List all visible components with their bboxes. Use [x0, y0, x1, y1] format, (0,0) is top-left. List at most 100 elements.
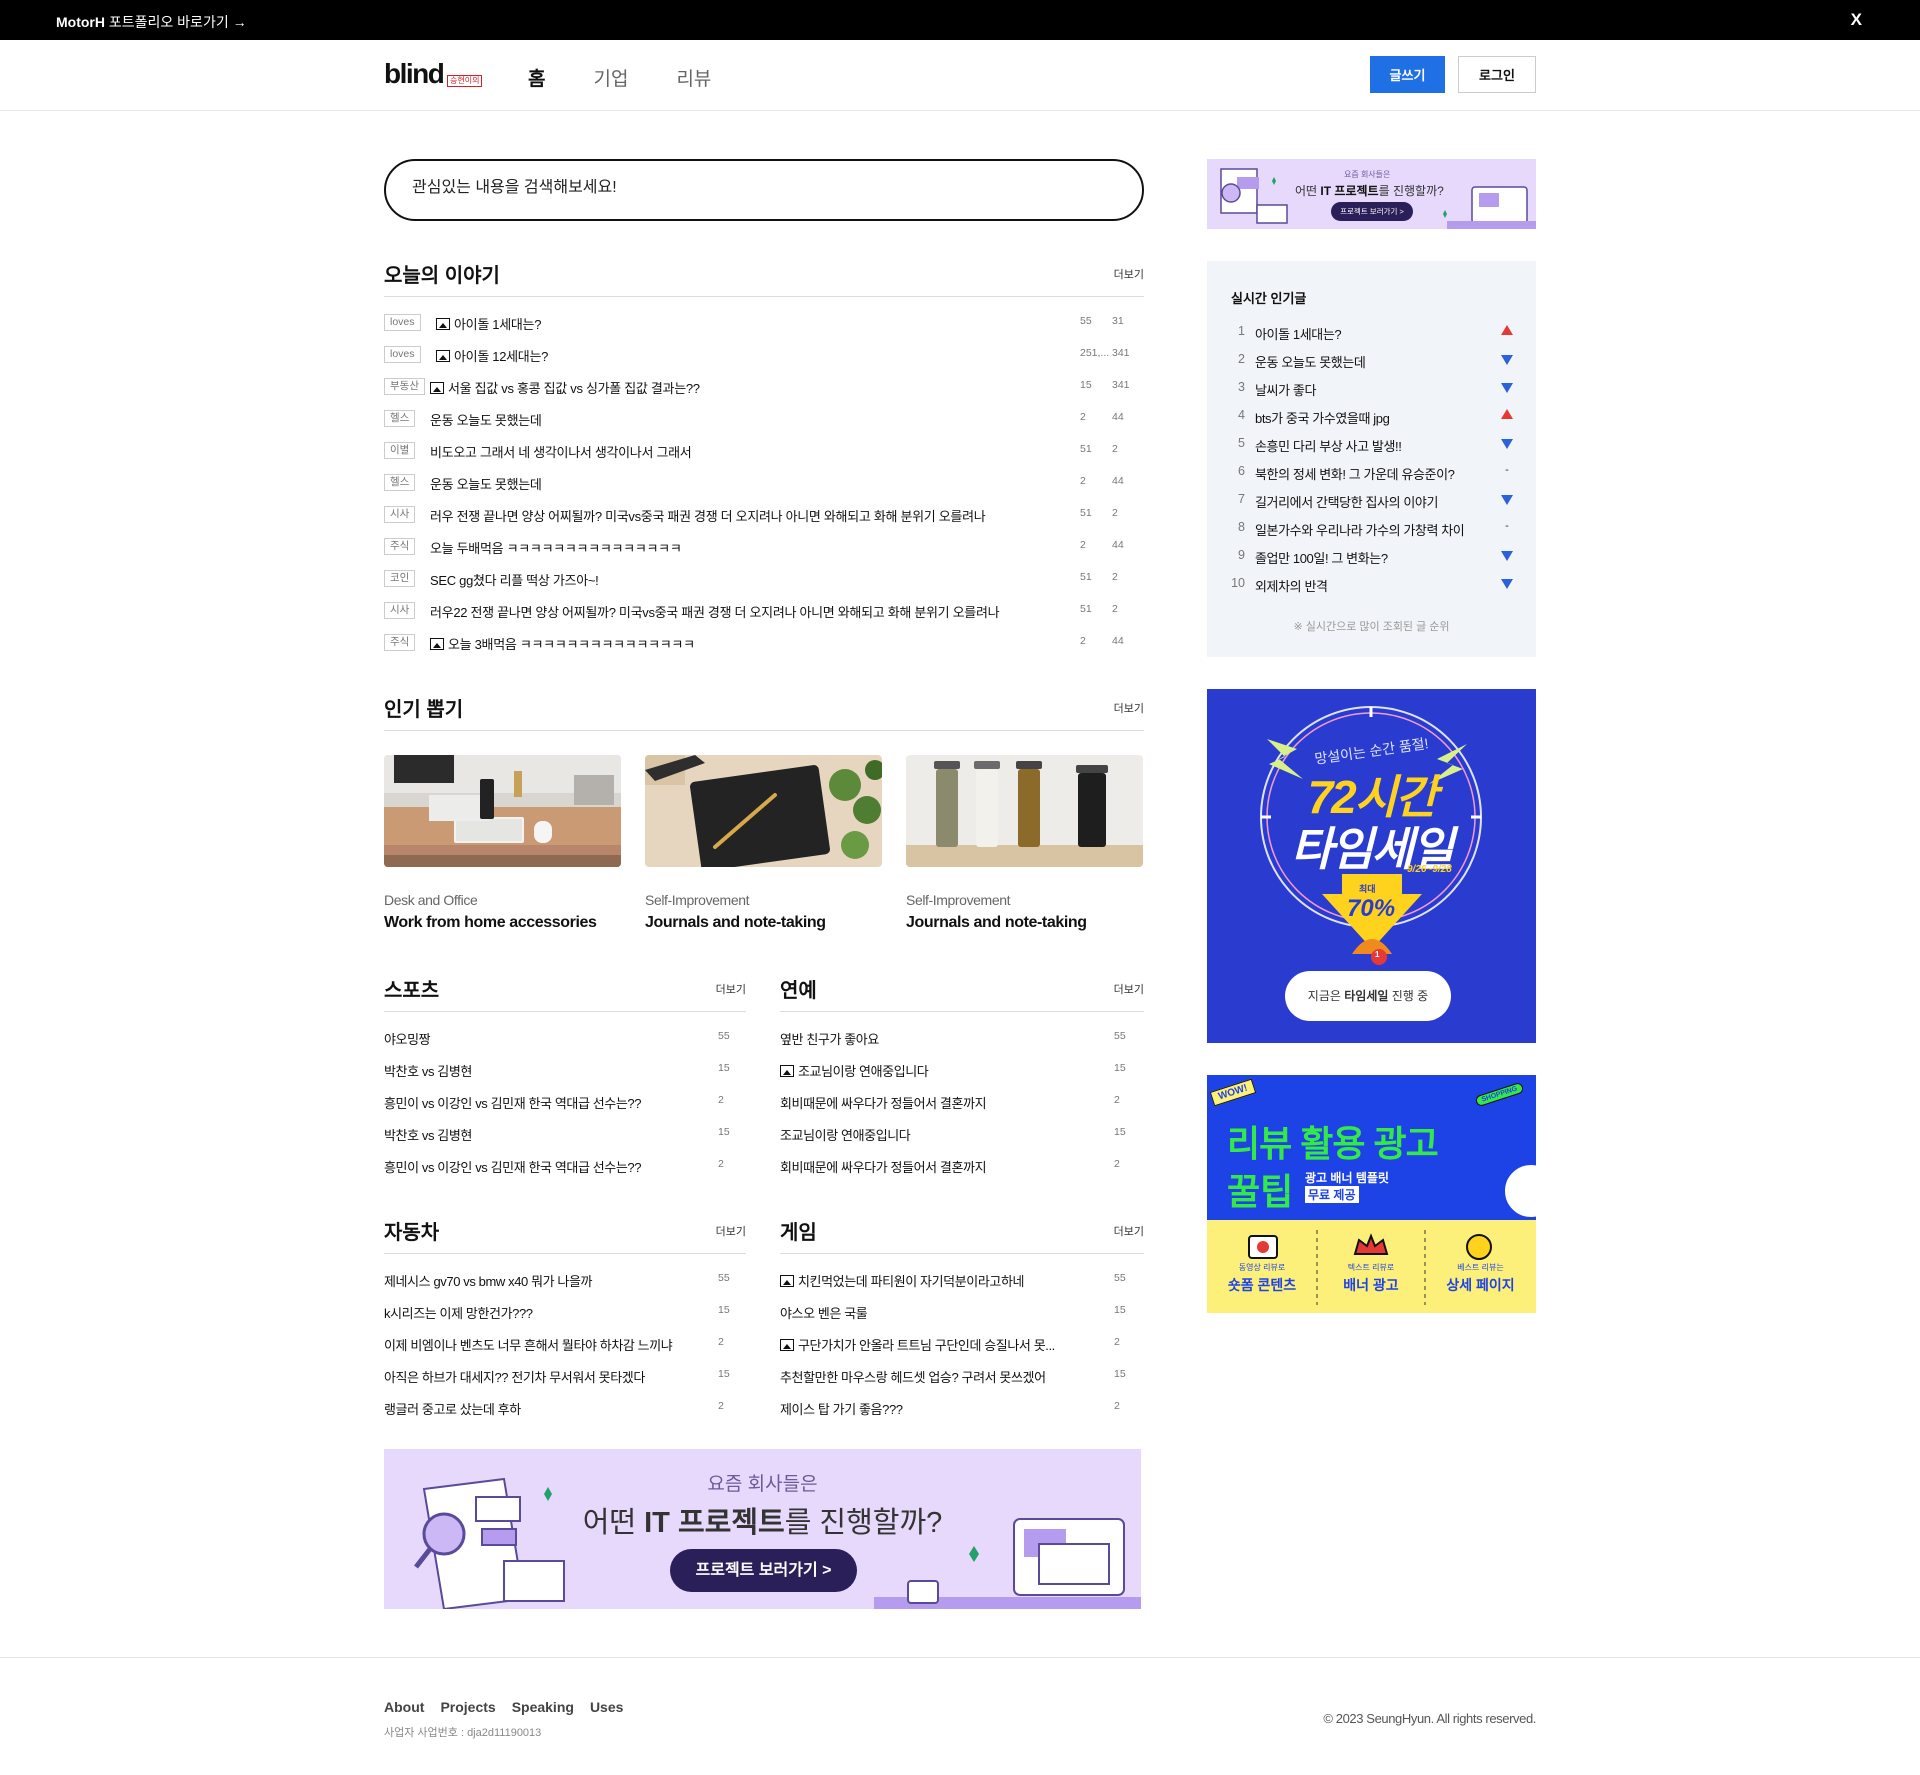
- cars-post-row[interactable]: 제네시스 gv70 vs bmw x40 뭐가 나을까 55: [384, 1267, 746, 1299]
- realtime-item-title[interactable]: 손흥민 다리 부상 사고 발생!!: [1255, 436, 1402, 455]
- realtime-item-title[interactable]: 졸업만 100일! 그 변화는?: [1255, 548, 1388, 567]
- realtime-item-title[interactable]: 북한의 정세 변화! 그 가운데 유승준이?: [1255, 464, 1455, 483]
- today-post-row[interactable]: loves 아이돌 12세대는? 251,... 341: [384, 342, 1144, 374]
- games-post-row[interactable]: 제이스 탑 가기 좋음??? 2: [780, 1395, 1142, 1427]
- post-title[interactable]: 아이돌 12세대는?: [436, 346, 548, 365]
- review-ad-banner[interactable]: WOW! SHOPPING 리뷰 활용 광고 꿀팁 광고 배너 템플릿 무료 제…: [1207, 1075, 1536, 1313]
- realtime-item-title[interactable]: 길거리에서 간택당한 집사의 이야기: [1255, 492, 1438, 511]
- post-title[interactable]: 흥민이 vs 이강인 vs 김민재 한국 역대급 선수는??: [384, 1093, 641, 1112]
- post-title[interactable]: 제이스 탑 가기 좋음???: [780, 1399, 903, 1418]
- today-post-row[interactable]: 시사 러우22 전쟁 끝나면 양상 어찌될까? 미국vs중국 패권 경쟁 더 오지…: [384, 598, 1144, 630]
- time-sale-banner[interactable]: 망설이는 순간 품절! 72시간 타임세일 9/26~9/28 최대 70% 1…: [1207, 689, 1536, 1043]
- post-title[interactable]: 회비때문에 싸우다가 정들어서 결혼까지: [780, 1093, 987, 1112]
- today-post-row[interactable]: 코인 SEC gg쳤다 리플 떡상 가즈아~! 51 2: [384, 566, 1144, 598]
- small-banner-button[interactable]: 프로젝트 보러가기 >: [1331, 202, 1413, 221]
- entertainment-post-row[interactable]: 옆반 친구가 좋아요 55: [780, 1025, 1142, 1057]
- realtime-item-title[interactable]: 운동 오늘도 못했는데: [1255, 352, 1366, 371]
- cars-post-row[interactable]: 이제 비엠이나 벤츠도 너무 흔해서 뭘타야 하차감 느끼냐 2: [384, 1331, 746, 1363]
- post-title[interactable]: 치킨먹었는데 파티원이 자기덕분이라고하네: [780, 1271, 1024, 1290]
- post-tag[interactable]: 주식: [384, 538, 416, 555]
- post-tag[interactable]: 부동산: [384, 378, 425, 395]
- today-post-row[interactable]: 시사 러우 전쟁 끝나면 양상 어찌될까? 미국vs중국 패권 경쟁 더 오지려나…: [384, 502, 1144, 534]
- post-title[interactable]: 구단가치가 안올라 트트님 구단인데 승질나서 못...: [780, 1335, 1055, 1354]
- portfolio-link[interactable]: MotorH 포트폴리오 바로가기 →: [56, 12, 247, 32]
- sports-post-row[interactable]: 흥민이 vs 이강인 vs 김민재 한국 역대급 선수는?? 2: [384, 1089, 746, 1121]
- games-post-row[interactable]: 구단가치가 안올라 트트님 구단인데 승질나서 못... 2: [780, 1331, 1142, 1363]
- post-title[interactable]: 아이돌 1세대는?: [436, 314, 541, 333]
- post-tag[interactable]: loves: [384, 314, 421, 331]
- post-title[interactable]: 러우22 전쟁 끝나면 양상 어찌될까? 미국vs중국 패권 경쟁 더 오지려나…: [430, 602, 1000, 621]
- realtime-item[interactable]: 3 날씨가 좋다: [1231, 375, 1521, 403]
- realtime-item-title[interactable]: 아이돌 1세대는?: [1255, 324, 1342, 343]
- entertainment-post-row[interactable]: 조교님이랑 연애중입니다 15: [780, 1057, 1142, 1089]
- games-post-row[interactable]: 추천할만한 마우스랑 헤드셋 업승? 구려서 못쓰겠어 15: [780, 1363, 1142, 1395]
- it-project-small-banner[interactable]: 요즘 회사들은 어떤 IT 프로젝트를 진행할까? 프로젝트 보러가기 >: [1207, 159, 1536, 229]
- post-title[interactable]: 이제 비엠이나 벤츠도 너무 흔해서 뭘타야 하차감 느끼냐: [384, 1335, 673, 1354]
- sports-post-row[interactable]: 흥민이 vs 이강인 vs 김민재 한국 역대급 선수는?? 2: [384, 1153, 746, 1185]
- post-title[interactable]: 랭글러 중고로 샀는데 후하: [384, 1399, 521, 1418]
- cars-post-row[interactable]: 아직은 하브가 대세지?? 전기차 무서워서 못타겠다 15: [384, 1363, 746, 1395]
- it-project-banner[interactable]: 요즘 회사들은 어떤 IT 프로젝트를 진행할까? 프로젝트 보러가기 >: [384, 1449, 1141, 1609]
- search-input[interactable]: [412, 179, 1092, 197]
- cars-more-link[interactable]: 더보기: [716, 1223, 746, 1239]
- post-title[interactable]: 오늘 두배먹음 ㅋㅋㅋㅋㅋㅋㅋㅋㅋㅋㅋㅋㅋㅋㅋ: [430, 538, 682, 557]
- post-title[interactable]: 서울 집값 vs 홍콩 집값 vs 싱가폴 집값 결과는??: [430, 378, 700, 397]
- realtime-item[interactable]: 1 아이돌 1세대는?: [1231, 319, 1521, 347]
- banner-project-button[interactable]: 프로젝트 보러가기 >: [670, 1549, 857, 1592]
- realtime-item[interactable]: 10 외제차의 반격: [1231, 571, 1521, 599]
- cars-post-row[interactable]: k시리즈는 이제 망한건가??? 15: [384, 1299, 746, 1331]
- post-title[interactable]: 야오밍짱: [384, 1029, 431, 1048]
- realtime-item-title[interactable]: 외제차의 반격: [1255, 576, 1328, 595]
- post-title[interactable]: 조교님이랑 연애중입니다: [780, 1125, 911, 1144]
- realtime-item[interactable]: 7 길거리에서 간택당한 집사의 이야기: [1231, 487, 1521, 515]
- games-more-link[interactable]: 더보기: [1114, 1223, 1144, 1239]
- post-title[interactable]: 러우 전쟁 끝나면 양상 어찌될까? 미국vs중국 패권 경쟁 더 오지려나 아…: [430, 506, 986, 525]
- post-title[interactable]: 회비때문에 싸우다가 정들어서 결혼까지: [780, 1157, 987, 1176]
- post-title[interactable]: 조교님이랑 연애중입니다: [780, 1061, 929, 1080]
- realtime-item[interactable]: 6 북한의 정세 변화! 그 가운데 유승준이? -: [1231, 459, 1521, 487]
- realtime-item-title[interactable]: bts가 중국 가수였을때 jpg: [1255, 408, 1390, 427]
- post-title[interactable]: 운동 오늘도 못했는데: [430, 410, 542, 429]
- footer-link-about[interactable]: About: [384, 1699, 424, 1715]
- post-title[interactable]: 흥민이 vs 이강인 vs 김민재 한국 역대급 선수는??: [384, 1157, 641, 1176]
- games-post-row[interactable]: 야스오 벤은 국룰 15: [780, 1299, 1142, 1331]
- post-title[interactable]: 박찬호 vs 김병현: [384, 1125, 472, 1144]
- post-tag[interactable]: 코인: [384, 570, 416, 587]
- today-post-row[interactable]: 헬스 운동 오늘도 못했는데 2 44: [384, 406, 1144, 438]
- login-button[interactable]: 로그인: [1458, 56, 1536, 93]
- today-post-row[interactable]: loves 아이돌 1세대는? 55 31: [384, 310, 1144, 342]
- footer-link-projects[interactable]: Projects: [440, 1699, 495, 1715]
- realtime-item[interactable]: 9 졸업만 100일! 그 변화는?: [1231, 543, 1521, 571]
- footer-link-speaking[interactable]: Speaking: [512, 1699, 574, 1715]
- post-title[interactable]: 추천할만한 마우스랑 헤드셋 업승? 구려서 못쓰겠어: [780, 1367, 1046, 1386]
- write-button[interactable]: 글쓰기: [1370, 56, 1445, 93]
- footer-link-uses[interactable]: Uses: [590, 1699, 623, 1715]
- cars-post-row[interactable]: 랭글러 중고로 샀는데 후하 2: [384, 1395, 746, 1427]
- post-tag[interactable]: 헬스: [384, 474, 416, 491]
- post-title[interactable]: 오늘 3배먹음 ㅋㅋㅋㅋㅋㅋㅋㅋㅋㅋㅋㅋㅋㅋㅋ: [430, 634, 695, 653]
- post-title[interactable]: 박찬호 vs 김병현: [384, 1061, 472, 1080]
- realtime-item-title[interactable]: 날씨가 좋다: [1255, 380, 1316, 399]
- entertainment-post-row[interactable]: 조교님이랑 연애중입니다 15: [780, 1121, 1142, 1153]
- realtime-item[interactable]: 4 bts가 중국 가수였을때 jpg: [1231, 403, 1521, 431]
- close-promo-button[interactable]: X: [1851, 10, 1862, 30]
- entertainment-more-link[interactable]: 더보기: [1114, 981, 1144, 997]
- realtime-item[interactable]: 8 일본가수와 우리나라 가수의 가창력 차이 -: [1231, 515, 1521, 543]
- realtime-item-title[interactable]: 일본가수와 우리나라 가수의 가창력 차이: [1255, 520, 1465, 539]
- sports-post-row[interactable]: 박찬호 vs 김병현 15: [384, 1121, 746, 1153]
- post-tag[interactable]: 시사: [384, 602, 416, 619]
- entertainment-post-row[interactable]: 회비때문에 싸우다가 정들어서 결혼까지 2: [780, 1153, 1142, 1185]
- post-title[interactable]: 제네시스 gv70 vs bmw x40 뭐가 나을까: [384, 1271, 593, 1290]
- post-title[interactable]: 야스오 벤은 국룰: [780, 1303, 868, 1322]
- popular-card[interactable]: Desk and Office Work from home accessori…: [384, 755, 621, 932]
- nav-company[interactable]: 기업: [593, 64, 628, 91]
- post-title[interactable]: k시리즈는 이제 망한건가???: [384, 1303, 533, 1322]
- logo[interactable]: blind: [384, 58, 445, 90]
- realtime-item[interactable]: 5 손흥민 다리 부상 사고 발생!!: [1231, 431, 1521, 459]
- today-post-row[interactable]: 헬스 운동 오늘도 못했는데 2 44: [384, 470, 1144, 502]
- post-title[interactable]: SEC gg쳤다 리플 떡상 가즈아~!: [430, 570, 599, 589]
- sports-more-link[interactable]: 더보기: [716, 981, 746, 997]
- post-title[interactable]: 아직은 하브가 대세지?? 전기차 무서워서 못타겠다: [384, 1367, 645, 1386]
- entertainment-post-row[interactable]: 회비때문에 싸우다가 정들어서 결혼까지 2: [780, 1089, 1142, 1121]
- sports-post-row[interactable]: 야오밍짱 55: [384, 1025, 746, 1057]
